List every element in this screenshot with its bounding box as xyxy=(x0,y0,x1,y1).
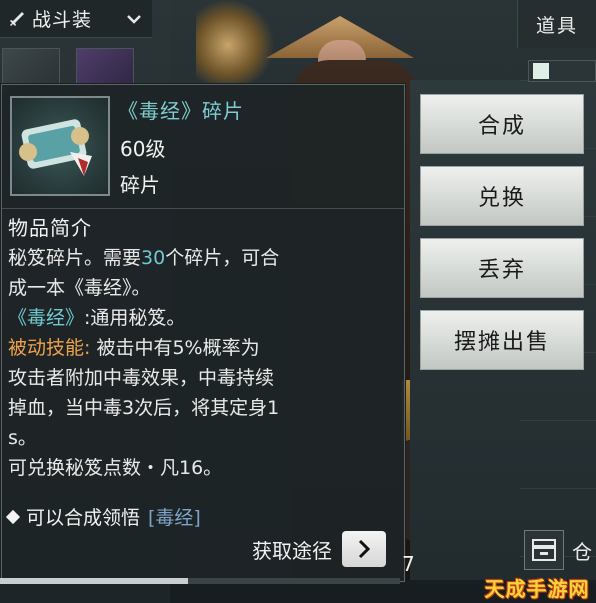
warehouse-icon xyxy=(532,539,556,561)
item-mini-icon xyxy=(533,63,549,79)
description-line-1: 秘笈碎片。需要30个碎片，可合 xyxy=(8,243,400,273)
compose-skill-line: 可以合成领悟 [毒经] xyxy=(5,503,201,530)
progress-fill xyxy=(0,578,188,584)
scroll-progress-bar[interactable] xyxy=(0,578,400,584)
inventory-thumbnail[interactable] xyxy=(528,60,596,82)
exchange-button[interactable]: 兑换 xyxy=(420,166,584,226)
description-heading: 物品简介 xyxy=(8,216,92,240)
description-text: 个碎片，可合 xyxy=(165,247,280,269)
compose-skill-link[interactable]: [毒经] xyxy=(148,503,201,530)
tab-items[interactable]: 道具 xyxy=(517,0,596,48)
item-detail-panel: 《毒经》碎片 60级 碎片 物品简介 秘笈碎片。需要30个碎片，可合 成一本《毒… xyxy=(1,84,405,582)
description-text: 秘笈碎片。需要 xyxy=(8,247,142,269)
item-type: 碎片 xyxy=(120,173,160,197)
item-level: 60级 xyxy=(120,137,166,161)
obtain-method[interactable]: 获取途径 xyxy=(252,531,386,567)
passive-line-1: 被动技能: 被击中有5%概率为 xyxy=(8,333,400,363)
compose-button[interactable]: 合成 xyxy=(420,94,584,154)
diamond-bullet-icon xyxy=(5,509,21,524)
bottom-number: 7 xyxy=(402,552,415,576)
exchange-points: 可兑换秘笈点数・凡16。 xyxy=(8,457,223,479)
obtain-label: 获取途径 xyxy=(252,538,332,563)
chevron-down-icon[interactable] xyxy=(126,11,142,27)
item-icon-frame xyxy=(10,96,110,196)
outfit-label: 战斗装 xyxy=(32,9,93,31)
item-description: 物品简介 秘笈碎片。需要30个碎片，可合 成一本《毒经》。 《毒经》:通用秘笈。… xyxy=(8,213,400,483)
compose-prefix: 可以合成领悟 xyxy=(26,507,141,529)
outfit-selector[interactable]: 战斗装 xyxy=(0,0,152,38)
description-line-2: 成一本《毒经》。 xyxy=(8,277,151,299)
discard-button[interactable]: 丢弃 xyxy=(420,238,584,298)
scroll-icon xyxy=(19,119,92,176)
item-name: 《毒经》碎片 xyxy=(118,99,244,123)
description-line-3: 《毒经》:通用秘笈。 xyxy=(8,303,400,333)
warehouse-button[interactable] xyxy=(524,530,564,570)
watermark-text: 天成手游网 xyxy=(484,577,590,601)
obtain-button[interactable] xyxy=(342,531,386,567)
passive-line-4: s。 xyxy=(8,427,37,449)
book-name: 《毒经》 xyxy=(8,307,85,329)
required-count: 30 xyxy=(141,247,166,269)
passive-line-3: 掉血，当中毒3次后，将其定身1 xyxy=(8,397,280,419)
passive-line-2: 攻击者附加中毒效果，中毒持续 xyxy=(8,367,275,389)
passive-label: 被动技能: xyxy=(8,337,91,359)
item-header: 《毒经》碎片 60级 碎片 xyxy=(2,85,404,209)
watermark-logo: 天成手游网 xyxy=(478,572,596,603)
chevron-right-icon xyxy=(358,539,371,559)
description-text: :通用秘笈。 xyxy=(84,307,186,329)
sword-icon xyxy=(10,11,24,26)
sell-button[interactable]: 摆摊出售 xyxy=(420,310,584,370)
character-ornament xyxy=(196,0,276,90)
passive-text: 被击中有5%概率为 xyxy=(96,337,260,359)
warehouse-label: 仓 xyxy=(572,540,592,564)
